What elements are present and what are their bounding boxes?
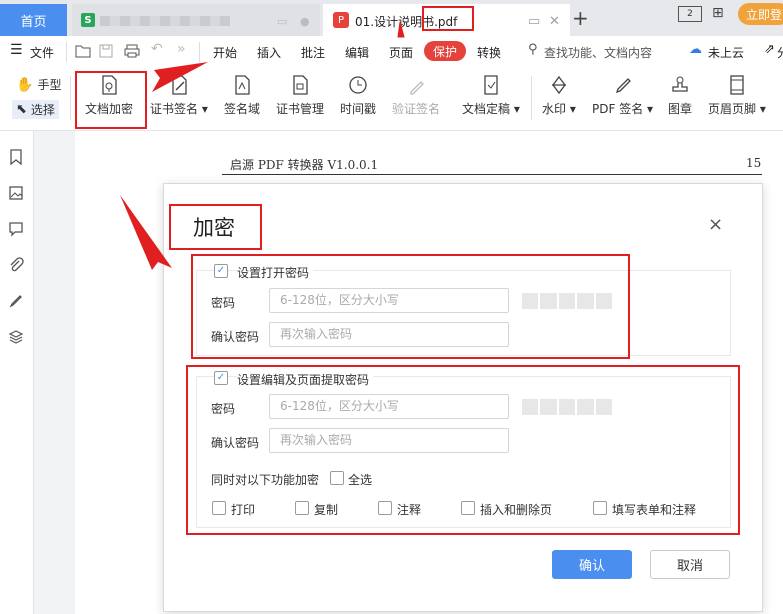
annotation-arrows bbox=[120, 21, 405, 270]
